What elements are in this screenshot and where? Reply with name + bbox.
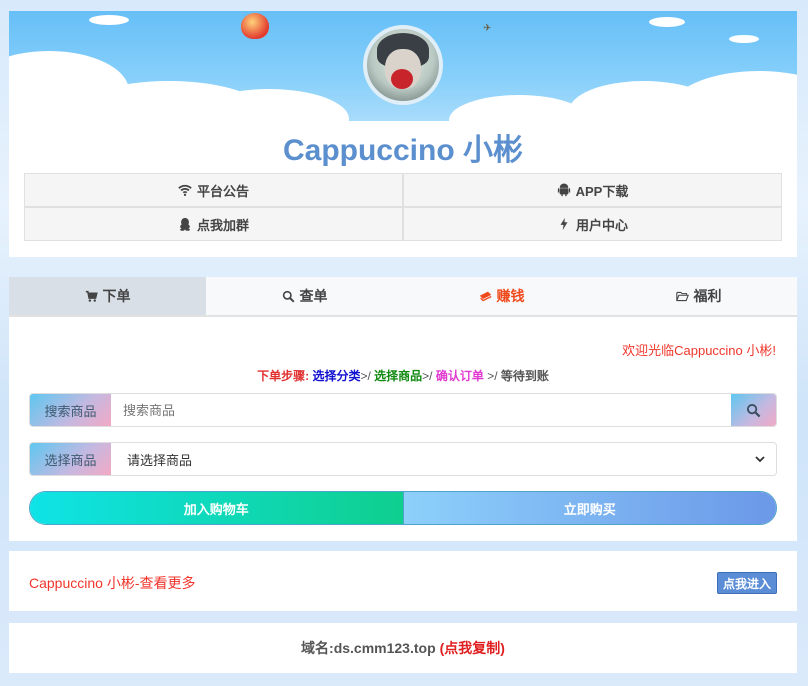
search-row: 搜索商品 bbox=[29, 393, 777, 427]
wifi-icon bbox=[178, 184, 192, 196]
nav-label: APP下载 bbox=[575, 183, 629, 199]
tab-label: 查单 bbox=[299, 288, 328, 304]
cart-icon bbox=[85, 290, 98, 302]
chevron-down-icon bbox=[755, 456, 765, 463]
nav-announcement-button[interactable]: 平台公告 bbox=[24, 173, 403, 207]
header-card: ✈ Cappuccino 小彬 平台公告 APP下载 点我加群 用户中心 bbox=[9, 11, 797, 257]
steps-label: 下单步骤: bbox=[257, 369, 310, 383]
copy-domain-link[interactable]: (点我复制) bbox=[440, 638, 505, 658]
welcome-text: 欢迎光临Cappuccino 小彬! bbox=[622, 343, 776, 358]
nav-join-group-button[interactable]: 点我加群 bbox=[24, 207, 403, 241]
select-row: 选择商品 请选择商品 bbox=[29, 442, 777, 476]
search-icon bbox=[282, 290, 294, 302]
more-link[interactable]: Cappuccino 小彬-查看更多 bbox=[29, 573, 196, 593]
buy-now-button[interactable]: 立即购买 bbox=[402, 492, 776, 524]
nav-user-center-button[interactable]: 用户中心 bbox=[403, 207, 782, 241]
android-icon bbox=[557, 183, 570, 197]
nav-grid: 平台公告 APP下载 点我加群 用户中心 bbox=[24, 173, 782, 241]
folder-open-icon bbox=[675, 291, 689, 301]
step-arrow: >/ bbox=[422, 369, 433, 383]
bird-icon: ✈ bbox=[483, 23, 492, 34]
qq-icon bbox=[180, 217, 190, 231]
search-addon-label: 搜索商品 bbox=[30, 394, 111, 426]
banner: ✈ bbox=[9, 11, 797, 121]
product-select[interactable]: 请选择商品 bbox=[111, 443, 776, 475]
more-card: Cappuccino 小彬-查看更多 点我进入 bbox=[9, 551, 797, 611]
tab-order[interactable]: 下单 bbox=[9, 277, 206, 315]
search-button[interactable] bbox=[731, 394, 776, 426]
select-addon-label: 选择商品 bbox=[30, 443, 111, 475]
add-to-cart-button[interactable]: 加入购物车 bbox=[30, 492, 403, 524]
tab-query[interactable]: 查单 bbox=[206, 277, 403, 315]
money-icon bbox=[479, 291, 491, 301]
site-title: Cappuccino 小彬 bbox=[282, 134, 523, 167]
tab-earn[interactable]: 赚钱 bbox=[403, 277, 600, 315]
step-choose-product: 选择商品 bbox=[374, 369, 423, 383]
nav-app-download-button[interactable]: APP下载 bbox=[403, 173, 782, 207]
balloon-icon bbox=[241, 13, 269, 39]
step-wait-arrival: 等待到账 bbox=[500, 369, 549, 383]
tab-welfare[interactable]: 福利 bbox=[600, 277, 797, 315]
search-icon bbox=[746, 403, 761, 417]
tab-label: 赚钱 bbox=[496, 288, 525, 304]
avatar bbox=[363, 25, 443, 105]
tab-label: 下单 bbox=[102, 288, 131, 304]
domain-text: 域名:ds.cmm123.top bbox=[301, 640, 436, 656]
tab-label: 福利 bbox=[693, 288, 722, 304]
nav-label: 平台公告 bbox=[196, 183, 249, 199]
step-arrow: >/ bbox=[360, 369, 371, 383]
step-confirm-order: 确认订单 bbox=[435, 369, 484, 383]
step-arrow: >/ bbox=[487, 369, 498, 383]
search-input[interactable] bbox=[111, 394, 731, 426]
order-card: 下单 查单 赚钱 福利 欢迎光临Cappuccino 小彬! 下单步骤: 选择分… bbox=[9, 277, 797, 541]
enter-button[interactable]: 点我进入 bbox=[717, 572, 777, 594]
tab-bar: 下单 查单 赚钱 福利 bbox=[9, 277, 797, 317]
action-buttons: 加入购物车 立即购买 bbox=[29, 491, 777, 525]
bolt-icon bbox=[560, 217, 568, 231]
nav-label: 点我加群 bbox=[196, 217, 249, 233]
domain-card: 域名:ds.cmm123.top (点我复制) bbox=[9, 623, 797, 673]
nav-label: 用户中心 bbox=[575, 217, 628, 233]
step-choose-category: 选择分类 bbox=[312, 369, 361, 383]
product-select-value: 请选择商品 bbox=[127, 452, 193, 468]
order-steps: 下单步骤: 选择分类>/ 选择商品>/ 确认订单 >/ 等待到账 bbox=[9, 367, 797, 384]
